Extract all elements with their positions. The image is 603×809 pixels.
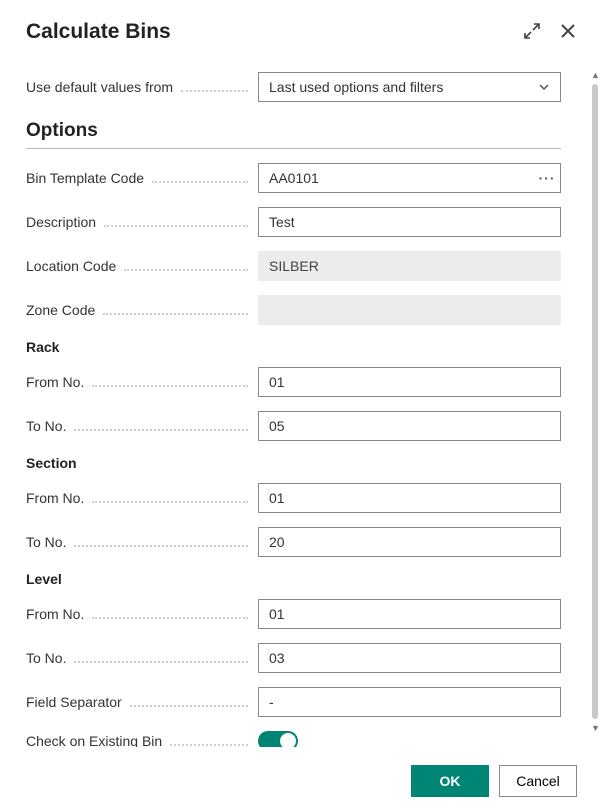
scrollbar[interactable]: ▲ ▼: [591, 72, 599, 731]
label-defaults: Use default values from: [26, 79, 258, 95]
row-description: Description: [26, 207, 561, 237]
dialog-calculate-bins: Calculate Bins Use default values from L…: [0, 0, 603, 809]
label-rack-to: To No.: [26, 418, 66, 434]
label-level-to: To No.: [26, 650, 66, 666]
dialog-body: Use default values from Last used option…: [26, 72, 577, 747]
toggle-knob: [280, 733, 296, 747]
section-to-input[interactable]: [258, 527, 561, 557]
row-location-code: Location Code SILBER: [26, 251, 561, 281]
label-level-from: From No.: [26, 606, 84, 622]
ok-button[interactable]: OK: [411, 765, 489, 797]
row-rack-to: To No.: [26, 411, 561, 441]
zone-code-field: [258, 295, 561, 325]
row-section-from: From No.: [26, 483, 561, 513]
close-icon[interactable]: [559, 22, 577, 43]
label-rack-from: From No.: [26, 374, 84, 390]
section-from-input[interactable]: [258, 483, 561, 513]
defaults-select-value: Last used options and filters: [269, 79, 443, 95]
subheader-section: Section: [26, 455, 561, 471]
level-to-input[interactable]: [258, 643, 561, 673]
row-zone-code: Zone Code: [26, 295, 561, 325]
label-field-separator: Field Separator: [26, 694, 122, 710]
row-section-to: To No.: [26, 527, 561, 557]
row-level-from: From No.: [26, 599, 561, 629]
bin-template-lookup-icon[interactable]: ···: [533, 163, 561, 193]
row-bin-template: Bin Template Code ···: [26, 163, 561, 193]
row-defaults: Use default values from Last used option…: [26, 72, 561, 102]
label-check-existing: Check on Existing Bin: [26, 733, 162, 747]
label-location-code: Location Code: [26, 258, 116, 274]
row-level-to: To No.: [26, 643, 561, 673]
row-check-existing: Check on Existing Bin: [26, 731, 561, 747]
section-options: Options: [26, 120, 561, 149]
rack-to-input[interactable]: [258, 411, 561, 441]
header-actions: [523, 22, 577, 43]
rack-from-input[interactable]: [258, 367, 561, 397]
label-section-from: From No.: [26, 490, 84, 506]
bin-template-input[interactable]: [258, 163, 561, 193]
location-code-field: SILBER: [258, 251, 561, 281]
dialog-title: Calculate Bins: [26, 20, 171, 44]
cancel-button[interactable]: Cancel: [499, 765, 577, 797]
row-rack-from: From No.: [26, 367, 561, 397]
row-field-separator: Field Separator: [26, 687, 561, 717]
label-zone-code: Zone Code: [26, 302, 95, 318]
label-section-to: To No.: [26, 534, 66, 550]
scroll-down-icon[interactable]: ▼: [591, 723, 600, 733]
description-input[interactable]: [258, 207, 561, 237]
expand-icon[interactable]: [523, 22, 541, 43]
level-from-input[interactable]: [258, 599, 561, 629]
subheader-rack: Rack: [26, 339, 561, 355]
field-separator-input[interactable]: [258, 687, 561, 717]
defaults-select[interactable]: Last used options and filters: [258, 72, 561, 102]
scroll-up-icon[interactable]: ▲: [591, 70, 600, 80]
scrollbar-track[interactable]: [592, 84, 598, 719]
subheader-level: Level: [26, 571, 561, 587]
dialog-header: Calculate Bins: [26, 20, 577, 44]
chevron-down-icon: [538, 81, 550, 93]
dialog-footer: OK Cancel: [26, 747, 577, 797]
label-bin-template: Bin Template Code: [26, 170, 144, 186]
check-existing-toggle[interactable]: [258, 731, 298, 747]
label-description: Description: [26, 214, 96, 230]
